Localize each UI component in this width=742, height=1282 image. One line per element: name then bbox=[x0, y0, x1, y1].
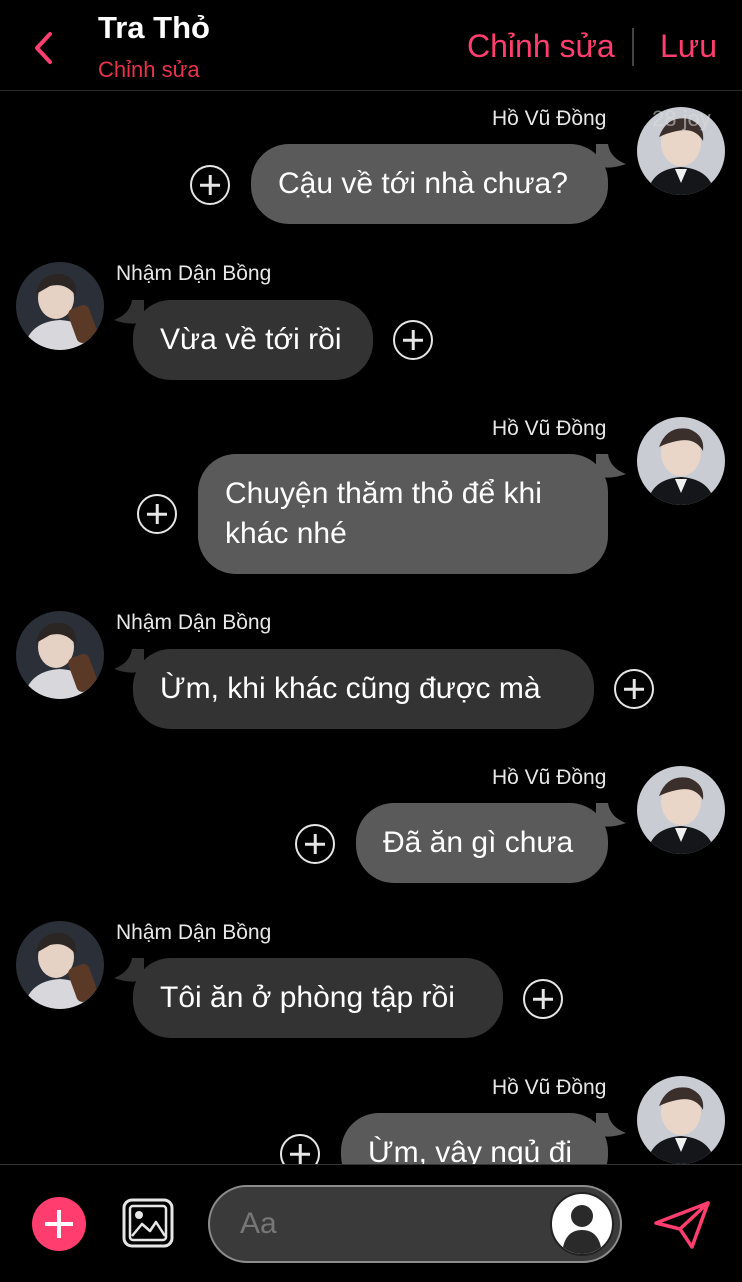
message-bubble[interactable]: Ừm, khi khác cũng được mà bbox=[133, 649, 594, 729]
add-reaction-icon[interactable] bbox=[280, 1134, 320, 1164]
message-input-placeholder: Aa bbox=[240, 1207, 277, 1240]
message-bubble[interactable]: Cậu về tới nhà chưa? bbox=[251, 144, 608, 224]
message-bubble[interactable]: Vừa về tới rồi bbox=[133, 300, 373, 380]
sender-name: Nhậm Dận Bồng bbox=[116, 262, 272, 285]
chat-header: Tra Thỏ Chỉnh sửa Chỉnh sửa Lưu bbox=[0, 0, 742, 91]
edit-button[interactable]: Chỉnh sửa bbox=[467, 28, 615, 65]
sender-name: Hồ Vũ Đồng bbox=[492, 1076, 607, 1099]
avatar[interactable] bbox=[637, 1076, 725, 1164]
avatar-photo-icon bbox=[637, 1076, 725, 1164]
chat-title: Tra Thỏ bbox=[98, 10, 210, 45]
sender-name: Hồ Vũ Đồng bbox=[492, 417, 607, 440]
avatar[interactable] bbox=[16, 611, 104, 699]
add-reaction-icon[interactable] bbox=[295, 824, 335, 864]
chat-subtitle[interactable]: Chỉnh sửa bbox=[98, 57, 200, 83]
message-bubble[interactable]: Ừm, vậy ngủ đi bbox=[341, 1113, 608, 1164]
message-bubble[interactable]: Đã ăn gì chưa bbox=[356, 803, 608, 883]
back-chevron-icon[interactable] bbox=[28, 28, 64, 68]
person-silhouette-icon bbox=[562, 1205, 602, 1254]
avatar[interactable] bbox=[16, 921, 104, 1009]
avatar-photo-icon bbox=[16, 611, 104, 699]
sender-switch-avatar[interactable] bbox=[550, 1192, 614, 1256]
add-reaction-icon[interactable] bbox=[137, 494, 177, 534]
add-reaction-icon[interactable] bbox=[614, 669, 654, 709]
save-button[interactable]: Lưu bbox=[660, 28, 717, 65]
add-reaction-icon[interactable] bbox=[393, 320, 433, 360]
avatar[interactable] bbox=[16, 262, 104, 350]
message-bubble[interactable]: Tôi ăn ở phòng tập rồi bbox=[133, 958, 503, 1038]
message-bubble[interactable]: Chuyện thăm thỏ để khi khác nhé bbox=[198, 454, 608, 574]
image-gallery-icon[interactable] bbox=[122, 1198, 174, 1248]
avatar-photo-icon bbox=[16, 921, 104, 1009]
sender-name: Hồ Vũ Đồng bbox=[492, 766, 607, 789]
watermark: 28 joy bbox=[652, 106, 711, 131]
message-input[interactable]: Aa bbox=[208, 1185, 622, 1263]
avatar[interactable] bbox=[637, 417, 725, 505]
message-list[interactable]: Hồ Vũ Đồng Cậu về tới nhà chưa? Nhậm Dận… bbox=[0, 91, 742, 1164]
avatar[interactable] bbox=[637, 766, 725, 854]
send-icon[interactable] bbox=[652, 1199, 712, 1251]
sender-name: Hồ Vũ Đồng bbox=[492, 107, 607, 130]
header-divider bbox=[632, 28, 634, 66]
composer-bar: Aa bbox=[0, 1164, 742, 1282]
sender-name: Nhậm Dận Bồng bbox=[116, 921, 272, 944]
add-attachment-button[interactable] bbox=[32, 1197, 86, 1251]
avatar-photo-icon bbox=[637, 417, 725, 505]
add-reaction-icon[interactable] bbox=[523, 979, 563, 1019]
avatar-photo-icon bbox=[16, 262, 104, 350]
avatar-photo-icon bbox=[637, 766, 725, 854]
add-reaction-icon[interactable] bbox=[190, 165, 230, 205]
sender-name: Nhậm Dận Bồng bbox=[116, 611, 272, 634]
